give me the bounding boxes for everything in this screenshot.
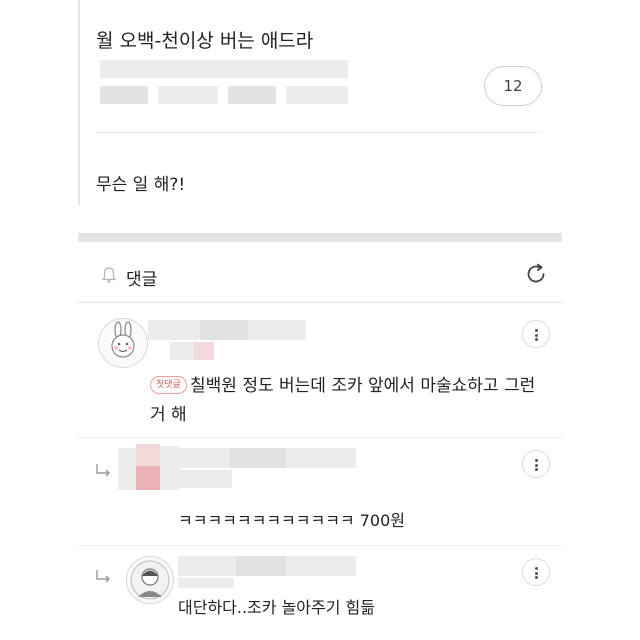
- comment-text: 거 해: [150, 405, 187, 425]
- blurred-username: [200, 320, 248, 340]
- blurred-avatar: [136, 444, 160, 466]
- divider: [78, 437, 562, 438]
- blurred-username: [230, 448, 286, 468]
- divider: [78, 545, 562, 546]
- more-icon[interactable]: [522, 558, 550, 586]
- blurred-block: [228, 86, 276, 104]
- blurred-username: [236, 556, 286, 576]
- divider: [78, 302, 562, 303]
- blurred-username: [148, 320, 200, 340]
- section-divider: [78, 233, 562, 242]
- blurred-avatar: [136, 466, 160, 490]
- more-icon[interactable]: [522, 320, 550, 348]
- blurred-meta: [170, 342, 194, 360]
- blurred-username: [286, 448, 356, 468]
- blurred-username: [180, 448, 230, 468]
- comments-title: 댓글: [126, 270, 158, 290]
- blurred-block: [100, 60, 348, 78]
- refresh-icon[interactable]: [524, 262, 548, 286]
- blurred-block: [286, 86, 348, 104]
- blurred-meta: [194, 342, 214, 360]
- post-title[interactable]: 월 오백-천이상 버는 애드라: [96, 26, 313, 53]
- avatar-icon[interactable]: [98, 318, 148, 368]
- blurred-meta: [178, 578, 234, 588]
- blurred-meta: [180, 470, 232, 488]
- divider: [96, 132, 542, 133]
- quote-bar: [78, 0, 80, 205]
- avatar-icon[interactable]: [126, 556, 174, 604]
- blurred-username: [178, 556, 236, 576]
- reply-count-bubble[interactable]: 12: [484, 66, 542, 106]
- comment-text: 대단하다..조카 놀아주기 힘듦: [178, 598, 375, 617]
- comment-text: ㅋㅋㅋㅋㅋㅋㅋㅋㅋㅋㅋㅋ 700원: [178, 511, 405, 530]
- blurred-block: [100, 86, 148, 104]
- first-comment-badge: 첫댓글: [150, 376, 187, 394]
- blurred-avatar: [160, 446, 180, 490]
- comment-text: 칠백원 정도 버는데 조카 앞에서 마술쇼하고 그런: [190, 376, 536, 396]
- blurred-avatar: [118, 448, 136, 490]
- post-body: 무슨 일 해?!: [96, 175, 186, 195]
- more-icon[interactable]: [522, 450, 550, 478]
- bell-icon: [101, 267, 117, 283]
- blurred-username: [286, 556, 356, 576]
- blurred-block: [158, 86, 218, 104]
- reply-arrow-icon: [96, 570, 110, 583]
- blurred-username: [248, 320, 306, 340]
- reply-arrow-icon: [96, 464, 110, 477]
